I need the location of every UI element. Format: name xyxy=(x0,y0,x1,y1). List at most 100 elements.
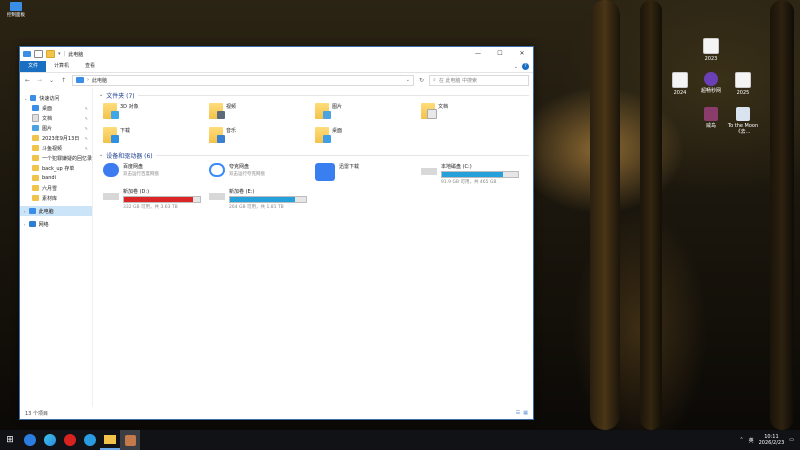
maximize-button[interactable]: ☐ xyxy=(489,47,511,61)
breadcrumb[interactable]: 此电脑 xyxy=(92,77,107,84)
address-dropdown-icon[interactable]: ⌄ xyxy=(406,77,413,83)
sidebar-item-folder[interactable]: 六月雪 xyxy=(20,183,92,193)
desktop-icon-label: 控制面板 xyxy=(7,13,25,18)
desktop-icon-label: 2025 xyxy=(736,90,750,96)
search-app-icon[interactable] xyxy=(20,430,40,450)
tab-view[interactable]: 查看 xyxy=(77,61,103,72)
drive-usage-bar xyxy=(229,196,307,203)
device-name: 新加卷 (E:) xyxy=(229,189,255,195)
desktop-icon-to-the-moon[interactable]: To the Moon《去... xyxy=(723,107,763,135)
sidebar-item-folder[interactable]: 2023年9月13日 ✎ xyxy=(20,133,92,143)
app-q-icon[interactable] xyxy=(80,430,100,450)
folder-3d-objects[interactable]: 3D 对象 xyxy=(103,100,209,124)
documents-folder-icon xyxy=(421,103,437,119)
ime-indicator[interactable]: 英 xyxy=(749,437,754,444)
folder-videos[interactable]: 视频 xyxy=(209,100,315,124)
minimize-button[interactable]: — xyxy=(467,47,489,61)
drive-d[interactable]: 新加卷 (D:) 332 GB 可用，共 3.63 TB xyxy=(103,185,209,210)
window-title: 此电脑 xyxy=(68,51,84,58)
device-quark-netdisk[interactable]: 夸克网盘 双击运行夸克网盘 xyxy=(209,160,315,185)
address-row: ← → ⌄ ↑ › 此电脑 ⌄ ↻ ⌕ 在 此电脑 中搜索 xyxy=(20,73,533,87)
chevron-right-icon[interactable]: › xyxy=(24,209,26,214)
folder-music[interactable]: 音乐 xyxy=(209,124,315,148)
document-icon xyxy=(703,38,719,54)
edge-icon[interactable] xyxy=(40,430,60,450)
clock[interactable]: 10:11 2026/2/23 xyxy=(759,434,785,446)
desktop-icon-2025[interactable]: 2025 xyxy=(723,72,763,96)
tab-file[interactable]: 文件 xyxy=(20,61,47,72)
details-view-icon[interactable]: ☰ xyxy=(516,410,520,416)
forward-arrow-icon[interactable]: → xyxy=(36,77,43,84)
sidebar-item-folder[interactable]: 斗鱼视频 ✎ xyxy=(20,143,92,153)
up-arrow-icon[interactable]: ↑ xyxy=(60,77,67,84)
sidebar-item-label: 2023年9月13日 xyxy=(42,135,80,142)
pin-icon: ✎ xyxy=(84,115,88,121)
pin-icon: ✎ xyxy=(84,105,88,111)
chevron-down-icon[interactable]: ⌄ xyxy=(24,96,27,101)
help-icon[interactable]: ? xyxy=(522,63,529,70)
tab-computer[interactable]: 计算机 xyxy=(46,61,77,72)
file-explorer-window[interactable]: ▾ | 此电脑 — ☐ ✕ 文件 计算机 查看 ⌄ ? ← → ⌄ ↑ › 此电… xyxy=(19,46,534,420)
chevron-down-icon[interactable]: ▾ xyxy=(58,51,61,57)
folder-icon xyxy=(32,175,39,181)
netease-music-icon[interactable] xyxy=(60,430,80,450)
drive-e[interactable]: 新加卷 (E:) 264 GB 可用，共 1.81 TB xyxy=(209,185,315,210)
device-subtitle: 264 GB 可用，共 1.81 TB xyxy=(229,205,284,210)
devices-grid: 百度网盘 双击运行百度网盘 夸克网盘 双击运行夸克网盘 迅雷下载 本地磁盘 (C:)… xyxy=(99,160,533,210)
title-bar[interactable]: ▾ | 此电脑 — ☐ ✕ xyxy=(20,47,533,61)
device-xunlei[interactable]: 迅雷下载 xyxy=(315,160,421,185)
recent-locations-icon[interactable]: ⌄ xyxy=(48,77,55,84)
quark-netdisk-icon xyxy=(209,163,225,177)
control-panel-desktop-icon[interactable]: 控制面板 xyxy=(4,2,28,18)
close-button[interactable]: ✕ xyxy=(511,47,533,61)
main-pane: ⌄ 文件夹 (7) 3D 对象 视频 图片 文档 下载 音乐 桌面 ⌄ 设备和驱… xyxy=(93,88,533,407)
sidebar-item-folder[interactable]: 素材库 xyxy=(20,193,92,203)
folders-grid: 3D 对象 视频 图片 文档 下载 音乐 桌面 xyxy=(99,100,533,148)
chevron-right-icon[interactable]: › xyxy=(24,222,26,227)
file-explorer-icon[interactable] xyxy=(100,430,120,450)
sidebar-item-quick-access[interactable]: ⌄ 快速访问 xyxy=(20,93,92,103)
desktop-icon-2023[interactable]: 2023 xyxy=(691,38,731,62)
sidebar-item-this-pc[interactable]: › 此电脑 xyxy=(20,206,92,216)
breadcrumb-chevron-icon: › xyxy=(87,77,89,83)
chevron-down-icon[interactable]: ⌄ xyxy=(99,152,103,158)
refresh-icon[interactable]: ↻ xyxy=(419,77,424,84)
back-arrow-icon[interactable]: ← xyxy=(24,77,31,84)
new-folder-icon[interactable] xyxy=(46,50,55,58)
sidebar-item-network[interactable]: › 网络 xyxy=(20,219,92,229)
drive-c[interactable]: 本地磁盘 (C:) 91.9 GB 可用，共 465 GB xyxy=(421,160,527,185)
device-baidu-netdisk[interactable]: 百度网盘 双击运行百度网盘 xyxy=(103,160,209,185)
folder-documents[interactable]: 文档 xyxy=(421,100,527,124)
folder-desktop[interactable]: 桌面 xyxy=(315,124,421,148)
pin-icon: ✎ xyxy=(84,125,88,131)
star-icon xyxy=(30,95,37,101)
notification-icon[interactable]: ▭ xyxy=(789,437,794,443)
folder-downloads[interactable]: 下载 xyxy=(103,124,209,148)
address-bar[interactable]: › 此电脑 ⌄ xyxy=(72,74,414,86)
app-active-icon[interactable] xyxy=(120,430,140,450)
sidebar-item-folder[interactable]: 一个犯罪嫌疑的回忆录 xyxy=(20,153,92,163)
sidebar-item-folder[interactable]: back_up 存单 xyxy=(20,163,92,173)
sidebar-item-label: 快速访问 xyxy=(39,95,60,102)
sidebar-item-documents[interactable]: 文档 ✎ xyxy=(20,113,92,123)
sidebar-item-folder[interactable]: bandi xyxy=(20,173,92,183)
expand-ribbon-icon[interactable]: ⌄ xyxy=(514,64,518,70)
device-subtitle: 双击运行夸克网盘 xyxy=(229,172,265,177)
search-input[interactable]: ⌕ 在 此电脑 中搜索 xyxy=(429,74,529,86)
downloads-folder-icon xyxy=(103,127,119,143)
start-icon[interactable]: ⊞ xyxy=(0,430,20,450)
sidebar-item-label: 斗鱼视频 xyxy=(42,145,63,152)
folder-label: 视频 xyxy=(226,104,237,110)
chevron-up-icon[interactable]: ⌃ xyxy=(739,437,743,443)
properties-icon[interactable] xyxy=(34,50,43,58)
chevron-down-icon[interactable]: ⌄ xyxy=(99,92,103,98)
sidebar-item-desktop[interactable]: 桌面 ✎ xyxy=(20,103,92,113)
sidebar-item-pictures[interactable]: 图片 ✎ xyxy=(20,123,92,133)
devices-group-header[interactable]: ⌄ 设备和驱动器 (6) xyxy=(99,150,533,160)
folder-label: 文档 xyxy=(438,104,449,110)
folder-pictures[interactable]: 图片 xyxy=(315,100,421,124)
folders-group-header[interactable]: ⌄ 文件夹 (7) xyxy=(99,90,533,100)
large-icons-view-icon[interactable]: ▦ xyxy=(523,410,528,416)
pictures-folder-icon xyxy=(315,103,331,119)
sidebar-item-label: 素材库 xyxy=(42,195,58,202)
